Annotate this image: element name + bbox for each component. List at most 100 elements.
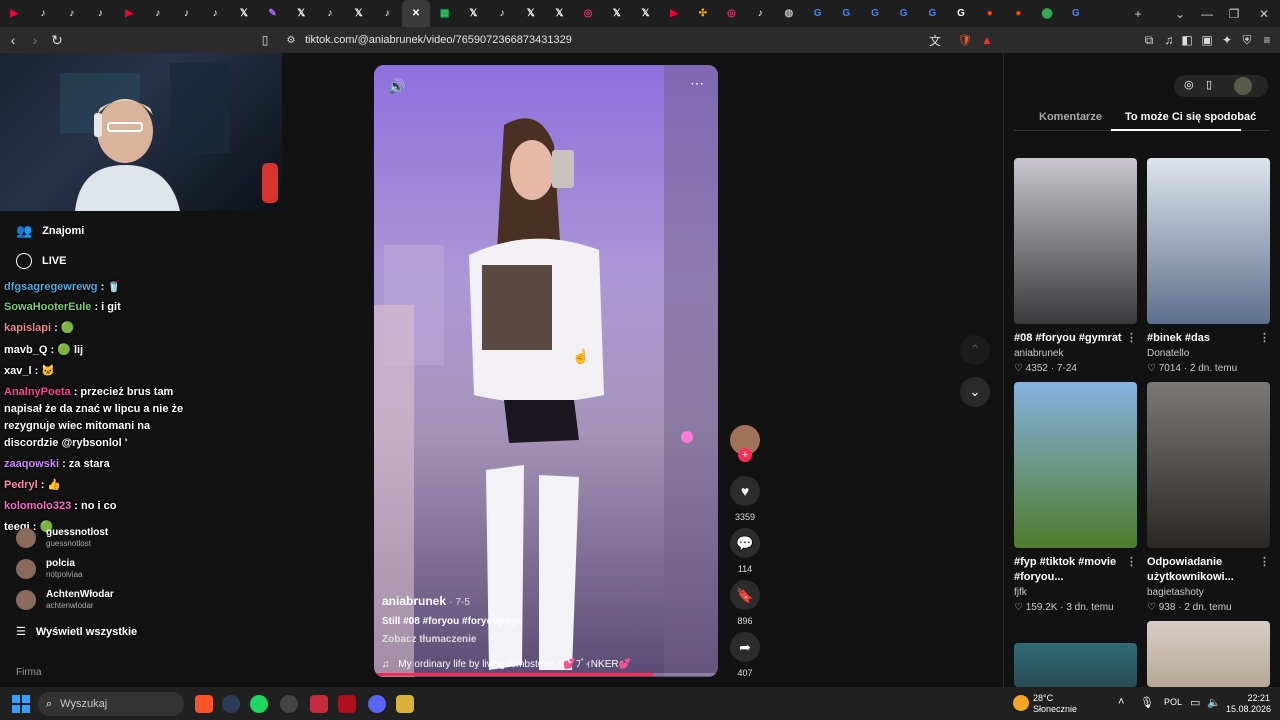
browser-tab[interactable]: ▶ [660, 0, 689, 27]
device-icon[interactable]: ▯ [1206, 78, 1212, 91]
network-icon[interactable]: ▭ [1190, 696, 1200, 709]
chrome-icon[interactable] [280, 695, 298, 713]
browser-tab[interactable]: G [861, 0, 890, 27]
browser-tab[interactable]: ♪ [57, 0, 86, 27]
browser-tab[interactable]: ♪ [201, 0, 230, 27]
browser-tab[interactable]: 𝕏 [516, 0, 545, 27]
media-icon[interactable]: ♫ [1160, 31, 1178, 49]
browser-tab[interactable]: ▶ [0, 0, 29, 27]
suggested-video-card[interactable]: #fyp #tiktok #movie ⋮ #foryou... fjfk ♡ 159… [1014, 382, 1137, 613]
previous-video-button[interactable]: ⌃ [960, 335, 990, 365]
browser-tab[interactable]: G [947, 0, 976, 27]
follow-plus-icon[interactable]: + [738, 448, 752, 462]
forward-icon[interactable]: › [24, 32, 46, 48]
card-author[interactable]: aniabrunek [1014, 348, 1137, 359]
volume-tray-icon[interactable]: 🔈 [1207, 696, 1221, 709]
comment-action[interactable]: 💬 114 [729, 528, 761, 574]
card-author[interactable]: Donatello [1147, 348, 1270, 359]
app-red-icon[interactable] [310, 695, 328, 713]
browser-tab[interactable]: 𝕏 [230, 0, 259, 27]
suggested-video-card[interactable]: #08 #foryou #gymrat ⋮ aniabrunek ♡ 4352 · … [1014, 158, 1137, 374]
app-yellow-icon[interactable] [396, 695, 414, 713]
suggested-thumb-partial[interactable] [1147, 621, 1270, 687]
browser-tab[interactable]: ♪ [143, 0, 172, 27]
suggested-video-card[interactable]: Odpowiadanie ⋮ użytkownikowi... bagietasho… [1147, 382, 1270, 613]
like-action[interactable]: ♥ 3359 [729, 476, 761, 522]
nav-friends[interactable]: 👥 Znajomi [16, 223, 84, 239]
brave-browser-icon[interactable] [195, 695, 213, 713]
browser-tab[interactable]: ▦ [430, 0, 459, 27]
suggested-video-card[interactable]: #binek #das ⋮ Donatello ♡ 7014 · 2 dn. tem… [1147, 158, 1270, 374]
progress-track[interactable] [374, 673, 718, 676]
video-thumbnail[interactable] [1014, 158, 1137, 324]
browser-tab[interactable]: ♪ [746, 0, 775, 27]
weather-widget[interactable]: 28°C Słonecznie [1033, 693, 1077, 715]
extensions-icon[interactable]: ⧉ [1140, 31, 1158, 49]
sidebar-icon[interactable]: ◧ [1178, 31, 1196, 49]
browser-tab[interactable]: ♪ [373, 0, 402, 27]
browser-tab[interactable]: ◍ [775, 0, 804, 27]
translate-link[interactable]: Zobacz tłumaczenie [382, 634, 476, 645]
clock[interactable]: 22:21 15.08.2026 [1226, 693, 1271, 715]
browser-tab[interactable]: ♪ [86, 0, 115, 27]
card-title[interactable]: #binek #das ⋮ [1147, 331, 1270, 346]
vpn-icon[interactable]: ⛨ [1238, 31, 1256, 49]
browser-tab[interactable]: 𝕏 [631, 0, 660, 27]
browser-tab[interactable]: ◎ [574, 0, 603, 27]
tab-list-chevron-icon[interactable]: ⌄ [1166, 0, 1194, 27]
brave-rewards-icon[interactable]: ▲ [978, 31, 996, 49]
browser-tab[interactable]: ✎ [258, 0, 287, 27]
menu-icon[interactable]: ≡ [1258, 31, 1276, 49]
tab-comments[interactable]: Komentarze [1039, 111, 1102, 123]
address-input[interactable]: tiktok.com/@aniabrunek/video/76590723668… [305, 34, 572, 46]
back-icon[interactable]: ‹ [2, 32, 24, 48]
reload-icon[interactable]: ↻ [46, 32, 68, 49]
share-icon[interactable]: ➦ [730, 632, 760, 662]
browser-tab[interactable]: 𝕏 [344, 0, 373, 27]
browser-tab[interactable]: ● [1004, 0, 1033, 27]
tray-chevron-icon[interactable]: ˄ [1118, 696, 1124, 708]
browser-tab[interactable]: G [803, 0, 832, 27]
card-title[interactable]: #08 #foryou #gymrat ⋮ [1014, 331, 1137, 346]
microphone-icon[interactable]: 🎙 [1140, 696, 1154, 709]
site-info-icon[interactable]: ⚙ [282, 31, 300, 49]
comment-icon[interactable]: 💬 [730, 528, 760, 558]
app-icon[interactable] [222, 695, 240, 713]
card-title[interactable]: Odpowiadanie ⋮ użytkownikowi... [1147, 555, 1270, 585]
spotify-icon[interactable] [250, 695, 268, 713]
author-avatar-button[interactable]: + [729, 425, 761, 462]
next-video-button[interactable]: ⌄ [960, 377, 990, 407]
following-item[interactable]: AchtenWłodar achtenwlodar [16, 589, 114, 611]
browser-tab[interactable]: G [918, 0, 947, 27]
card-author[interactable]: bagietashoty [1147, 587, 1270, 598]
minimize-icon[interactable]: — [1193, 0, 1221, 27]
card-author[interactable]: fjfk [1014, 587, 1137, 598]
browser-tab[interactable]: ✕ [401, 0, 431, 27]
translate-icon[interactable]: 文 [926, 31, 944, 49]
new-tab-button[interactable]: + [1124, 0, 1152, 27]
following-item[interactable]: polcia notpolviaa [16, 558, 82, 580]
browser-tab[interactable]: ✣ [689, 0, 718, 27]
browser-tab[interactable]: ♪ [29, 0, 58, 27]
wallet-icon[interactable]: ▣ [1198, 31, 1216, 49]
browser-tab[interactable]: ♪ [488, 0, 517, 27]
heart-icon[interactable]: ♥ [730, 476, 760, 506]
browser-tab[interactable]: G [1061, 0, 1090, 27]
card-more-icon[interactable]: ⋮ [1126, 555, 1137, 570]
video-thumbnail[interactable] [1014, 382, 1137, 548]
windows-start-icon[interactable] [12, 695, 30, 713]
show-all-link[interactable]: ☰ Wyświetl wszystkie [16, 625, 137, 639]
volume-icon[interactable]: 🔊 [388, 78, 405, 95]
more-options-icon[interactable]: ⋯ [690, 75, 704, 92]
browser-tab[interactable]: ◎ [717, 0, 746, 27]
card-more-icon[interactable]: ⋮ [1126, 331, 1137, 346]
taskbar-search[interactable]: ⌕ Wyszukaj [38, 692, 184, 716]
discord-icon[interactable] [368, 695, 386, 713]
suggested-thumb-partial[interactable] [1014, 643, 1137, 687]
brave-shields-icon[interactable]: 🛡 [956, 31, 974, 49]
leo-ai-icon[interactable]: ✦ [1218, 31, 1236, 49]
card-more-icon[interactable]: ⋮ [1259, 331, 1270, 346]
browser-tab[interactable]: 𝕏 [602, 0, 631, 27]
language-indicator[interactable]: POL [1164, 697, 1182, 707]
video-player[interactable]: 🔊 ⋯ aniabrunek · 7-5 Still #08 #foryou #… [374, 65, 718, 677]
